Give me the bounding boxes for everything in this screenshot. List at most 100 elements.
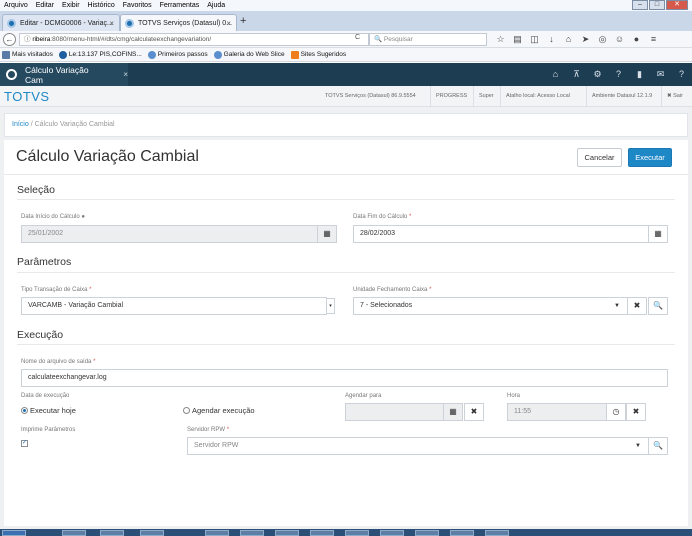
arquivo-saida-input[interactable]: calculateexchangevar.log [21,369,668,387]
mail-icon[interactable]: ✉ [650,63,671,86]
search-icon[interactable]: 🔍 [648,297,668,315]
menu-favoritos[interactable]: Favoritos [123,2,152,9]
hamburger-menu-icon[interactable]: ≡ [645,33,662,46]
menu-exibir[interactable]: Exibir [62,2,80,9]
servidor-rpw-select[interactable]: Servidor RPW [187,437,649,455]
header-shortcut[interactable]: Atalho local: Acesso Local [500,86,575,107]
start-button[interactable] [2,530,26,536]
cancel-button[interactable]: Cancelar [577,148,622,167]
close-tab-icon[interactable]: × [109,19,114,28]
url-path: :8080/menu-html/#/dts/cmg/calculateexcha… [50,36,212,43]
header-user: Super [473,86,499,107]
data-inicio-field[interactable]: 25/01/2002 [21,225,319,243]
new-tab-icon[interactable]: + [240,15,246,27]
chevron-down-icon[interactable]: ▼ [635,443,641,449]
taskbar-app[interactable] [310,530,334,536]
bookmark-globe-icon [213,50,222,59]
totvs-home-icon[interactable] [6,69,17,80]
header-company[interactable]: TOTVS Serviços (Datasul) 86.9.5554 [320,86,421,107]
addon-icon[interactable]: ◎ [594,33,611,46]
bookmark-le[interactable]: Le:13.137 PIS,COFINS... [58,50,142,59]
agendar-para-field[interactable] [345,403,445,421]
tab-favicon-icon [7,18,16,28]
calendar-icon[interactable]: ▦ [443,403,463,421]
send-icon[interactable]: ➤ [577,33,594,46]
browser-tab-totvs[interactable]: TOTVS Serviços (Datasul) 0... × [120,14,237,31]
totvs-logo: TOTVS [4,89,50,104]
url-bar[interactable]: ⓘ ribeira:8080/menu-html/#/dts/cmg/calcu… [19,33,369,46]
clock-icon[interactable]: ◷ [606,403,626,421]
app-tab-calculo[interactable]: Cálculo Variação Cam × [0,63,128,86]
bookmark-sites-sugeridos[interactable]: Sites Sugeridos [290,50,346,59]
taskbar-app[interactable] [205,530,229,536]
clear-icon[interactable]: ✖ [464,403,484,421]
reading-list-icon[interactable]: ▤ [509,33,526,46]
firefox-icon[interactable]: ● [628,33,645,46]
sitemap-icon[interactable]: ⊼ [566,63,587,86]
taskbar-app[interactable] [240,530,264,536]
taskbar-app[interactable] [380,530,404,536]
home-icon[interactable]: ⌂ [560,33,577,46]
bookmark-label: Mais visitados [12,51,53,58]
browser-tab-editar[interactable]: Editar - DCMG0006 - Variaç... × [2,14,120,31]
taskbar-app[interactable] [485,530,509,536]
execute-button[interactable]: Executar [628,148,672,167]
browser-search-input[interactable]: 🔍 Pesquisar [369,33,487,46]
bookmark-mais-visitados[interactable]: Mais visitados [2,50,53,59]
calendar-icon[interactable]: ▦ [317,225,337,243]
maximize-icon[interactable]: □ [649,0,665,10]
taskbar-app[interactable] [345,530,369,536]
required-marker: * [93,359,96,365]
browser-tab-label: Editar - DCMG0006 - Variaç... [20,19,113,27]
taskbar-app[interactable] [62,530,86,536]
taskbar-app[interactable] [415,530,439,536]
taskbar-app[interactable] [140,530,164,536]
menu-ajuda[interactable]: Ajuda [207,2,225,9]
search-icon[interactable]: 🔍 [648,437,668,455]
clear-icon[interactable]: ✖ [626,403,646,421]
taskbar-app[interactable] [100,530,124,536]
chevron-down-icon[interactable]: ▼ [614,303,620,309]
bookmark-label: Primeiros passos [157,51,208,58]
arquivo-saida-label-text: Nome do arquivo de saída [21,359,92,365]
close-tab-icon[interactable]: × [226,19,231,28]
browser-tab-strip: Editar - DCMG0006 - Variaç... × TOTVS Se… [0,11,692,31]
menu-ferramentas[interactable]: Ferramentas [160,2,200,9]
close-window-icon[interactable]: ✕ [666,0,688,10]
unidade-fechamento-select[interactable]: 7 - Selecionados [353,297,628,315]
hora-field[interactable]: 11:55 [507,403,607,421]
back-arrow-icon[interactable]: ← [3,33,16,46]
pocket-icon[interactable]: ◫ [526,33,543,46]
bookmark-galeria[interactable]: Galeria do Web Slice [213,50,285,59]
help-icon[interactable]: ? [608,63,629,86]
menu-historico[interactable]: Histórico [88,2,115,9]
taskbar-app[interactable] [275,530,299,536]
data-execucao-label: Data de execução [21,393,70,399]
bookmark-star-icon[interactable]: ☆ [492,33,509,46]
imprime-parametros-checkbox[interactable]: ✓ [21,440,28,447]
info-circle-icon[interactable]: ● [81,214,85,220]
breadcrumb-home[interactable]: Início [12,121,29,128]
bookmark-primeiros-passos[interactable]: Primeiros passos [147,50,208,59]
minimize-icon[interactable]: – [632,0,648,10]
radio-agendar-execucao[interactable]: Agendar execução [183,406,255,415]
calendar-icon[interactable]: ▦ [648,225,668,243]
close-app-tab-icon[interactable]: × [123,70,128,79]
gear-icon[interactable]: ⚙ [587,63,608,86]
clear-icon[interactable]: ✖ [627,297,647,315]
download-icon[interactable]: ↓ [543,33,560,46]
logout-button[interactable]: ✖ Sair [661,86,688,107]
url-host: ribeira [32,36,51,43]
home-icon[interactable]: ⌂ [545,63,566,86]
document-icon[interactable]: ▮ [629,63,650,86]
select-arrow-icon[interactable]: ▾ [326,298,335,314]
chat-icon[interactable]: ☺ [611,33,628,46]
menu-editar[interactable]: Editar [36,2,54,9]
reload-icon[interactable]: C [355,34,360,41]
taskbar-app[interactable] [450,530,474,536]
data-fim-field[interactable]: 28/02/2003 [353,225,650,243]
menu-arquivo[interactable]: Arquivo [4,2,28,9]
question-icon[interactable]: ? [671,63,692,86]
radio-executar-hoje[interactable]: Executar hoje [21,406,76,415]
tipo-transacao-select[interactable]: VARCAMB - Variação Cambial [21,297,327,315]
